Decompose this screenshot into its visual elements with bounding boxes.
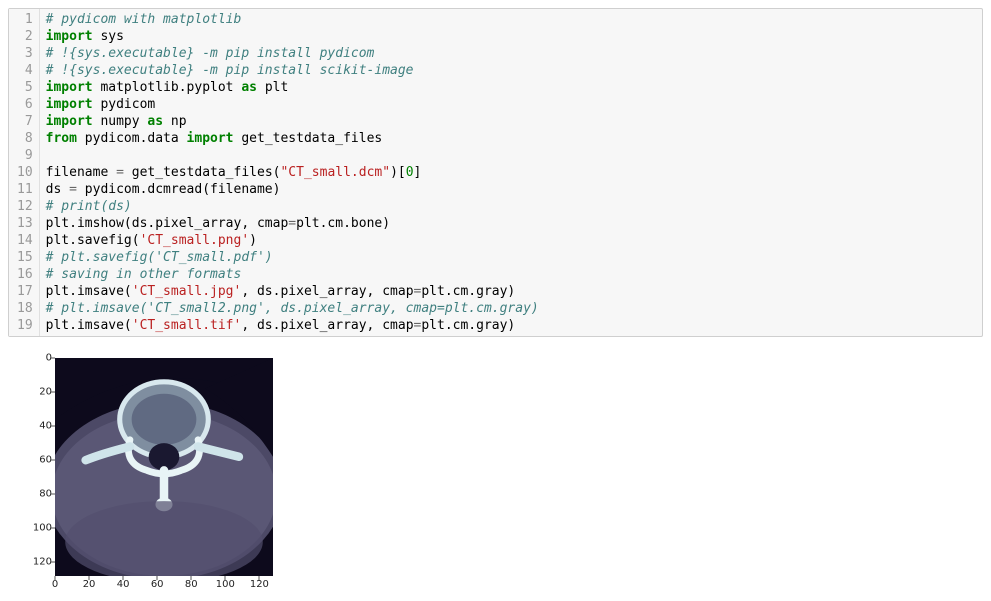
code-line[interactable]: filename = get_testdata_files("CT_small.… xyxy=(46,164,976,181)
line-number: 11 xyxy=(17,181,33,198)
line-number: 16 xyxy=(17,266,33,283)
x-tick-label: 20 xyxy=(83,579,96,590)
y-tick-mark xyxy=(51,494,55,495)
code-line[interactable]: plt.imshow(ds.pixel_array, cmap=plt.cm.b… xyxy=(46,215,976,232)
code-line[interactable] xyxy=(46,147,976,164)
code-line[interactable]: plt.imsave('CT_small.tif', ds.pixel_arra… xyxy=(46,317,976,334)
y-tick-label: 120 xyxy=(12,557,52,568)
line-number-gutter: 12345678910111213141516171819 xyxy=(9,9,40,336)
x-tick-label: 0 xyxy=(52,579,58,590)
y-tick-mark xyxy=(51,528,55,529)
line-number: 17 xyxy=(17,283,33,300)
line-number: 12 xyxy=(17,198,33,215)
line-number: 4 xyxy=(17,62,33,79)
code-line[interactable]: # print(ds) xyxy=(46,198,976,215)
output-area: 020406080100120020406080100120 xyxy=(8,355,983,593)
line-number: 8 xyxy=(17,130,33,147)
line-number: 13 xyxy=(17,215,33,232)
x-tick-label: 80 xyxy=(185,579,198,590)
line-number: 18 xyxy=(17,300,33,317)
line-number: 14 xyxy=(17,232,33,249)
x-tick-mark xyxy=(123,576,124,580)
line-number: 5 xyxy=(17,79,33,96)
x-tick-label: 100 xyxy=(216,579,235,590)
code-editor[interactable]: # pydicom with matplotlibimport sys# !{s… xyxy=(40,9,982,336)
y-tick-label: 60 xyxy=(12,455,52,466)
code-line[interactable]: # plt.savefig('CT_small.pdf') xyxy=(46,249,976,266)
code-line[interactable]: # !{sys.executable} -m pip install pydic… xyxy=(46,45,976,62)
code-line[interactable]: import sys xyxy=(46,28,976,45)
code-line[interactable]: plt.imsave('CT_small.jpg', ds.pixel_arra… xyxy=(46,283,976,300)
line-number: 7 xyxy=(17,113,33,130)
code-line[interactable]: plt.savefig('CT_small.png') xyxy=(46,232,976,249)
x-tick-label: 120 xyxy=(250,579,269,590)
y-tick-label: 40 xyxy=(12,421,52,432)
y-tick-label: 80 xyxy=(12,489,52,500)
line-number: 19 xyxy=(17,317,33,334)
x-tick-mark xyxy=(157,576,158,580)
y-tick-mark xyxy=(51,426,55,427)
x-tick-mark xyxy=(191,576,192,580)
line-number: 1 xyxy=(17,11,33,28)
line-number: 3 xyxy=(17,45,33,62)
code-line[interactable]: import numpy as np xyxy=(46,113,976,130)
code-line[interactable]: # saving in other formats xyxy=(46,266,976,283)
y-tick-label: 20 xyxy=(12,387,52,398)
line-number: 9 xyxy=(17,147,33,164)
x-tick-label: 40 xyxy=(117,579,130,590)
y-tick-label: 100 xyxy=(12,523,52,534)
line-number: 15 xyxy=(17,249,33,266)
code-line[interactable]: ds = pydicom.dcmread(filename) xyxy=(46,181,976,198)
matplotlib-figure: 020406080100120020406080100120 xyxy=(8,355,288,593)
y-tick-mark xyxy=(51,562,55,563)
ct-image-svg xyxy=(55,358,273,576)
code-line[interactable]: import matplotlib.pyplot as plt xyxy=(46,79,976,96)
plot-image xyxy=(55,358,273,576)
code-cell[interactable]: 12345678910111213141516171819 # pydicom … xyxy=(8,8,983,337)
line-number: 2 xyxy=(17,28,33,45)
y-tick-mark xyxy=(51,392,55,393)
code-line[interactable]: from pydicom.data import get_testdata_fi… xyxy=(46,130,976,147)
x-tick-mark xyxy=(259,576,260,580)
line-number: 10 xyxy=(17,164,33,181)
code-line[interactable]: import pydicom xyxy=(46,96,976,113)
x-tick-label: 60 xyxy=(151,579,164,590)
x-tick-mark xyxy=(89,576,90,580)
y-tick-label: 0 xyxy=(12,353,52,364)
x-tick-mark xyxy=(55,576,56,580)
y-tick-mark xyxy=(51,358,55,359)
line-number: 6 xyxy=(17,96,33,113)
code-line[interactable]: # !{sys.executable} -m pip install sciki… xyxy=(46,62,976,79)
y-tick-mark xyxy=(51,460,55,461)
x-tick-mark xyxy=(225,576,226,580)
code-line[interactable]: # pydicom with matplotlib xyxy=(46,11,976,28)
code-line[interactable]: # plt.imsave('CT_small2.png', ds.pixel_a… xyxy=(46,300,976,317)
